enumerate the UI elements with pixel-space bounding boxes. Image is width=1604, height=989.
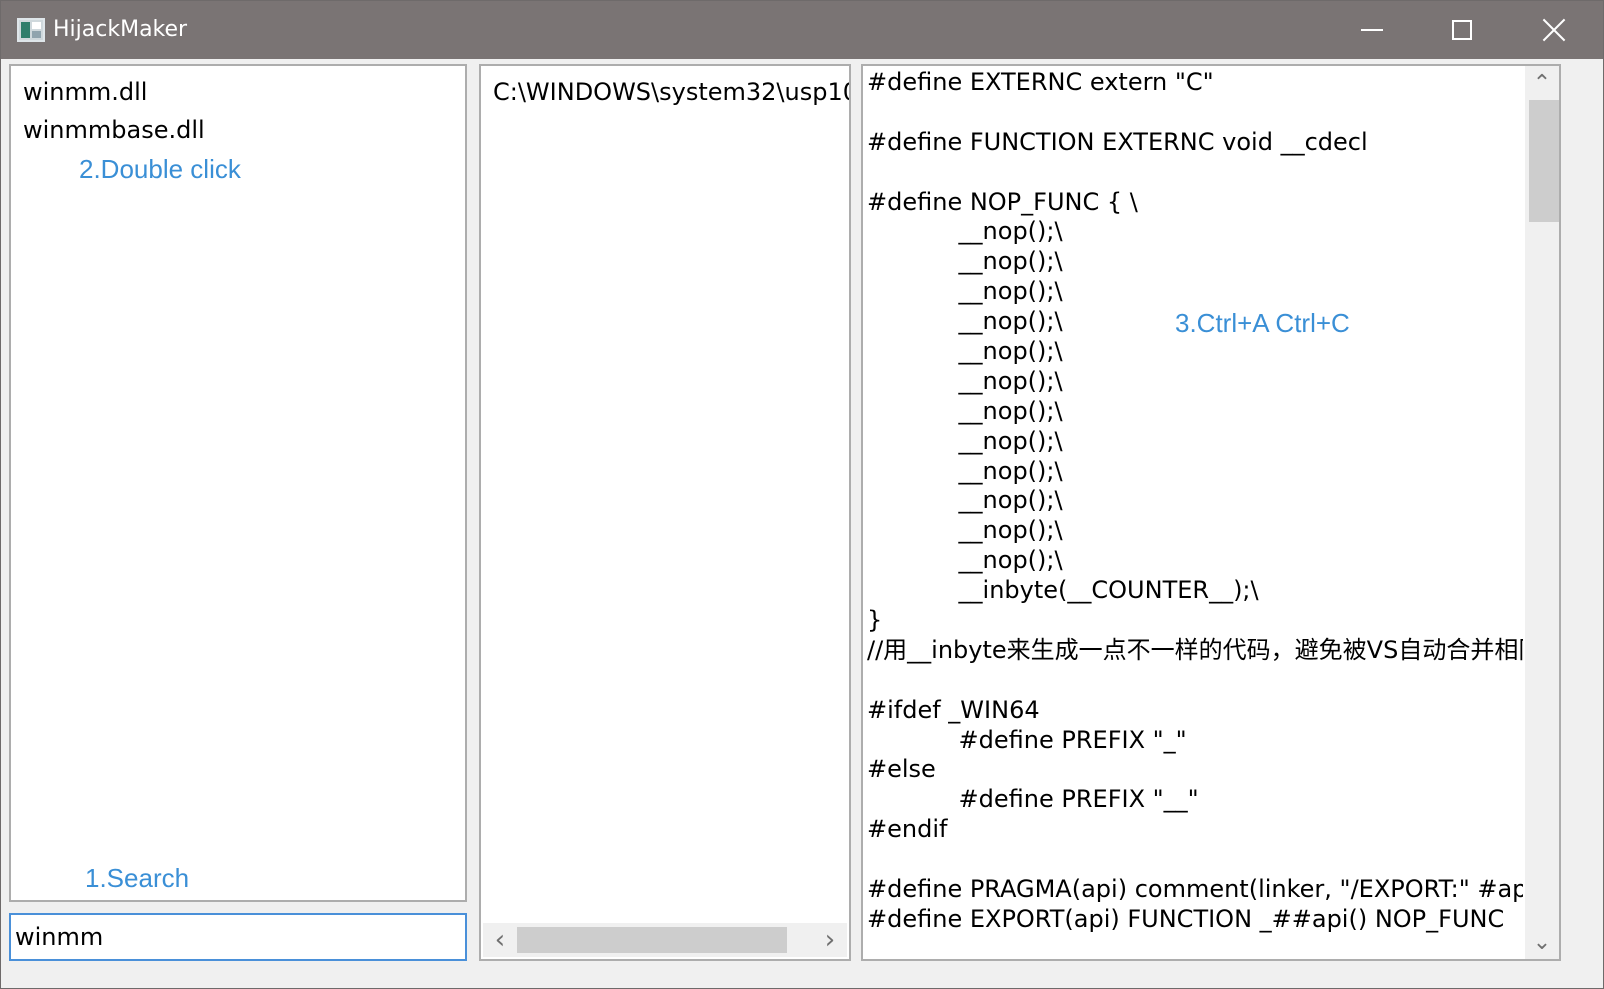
maximize-icon [1452,20,1472,40]
code-line: #define NOP_FUNC { \ [867,187,1138,216]
window-title: HijackMaker [53,17,188,42]
window-app-icon [17,18,45,42]
list-item-path[interactable]: C:\WINDOWS\system32\usp10. [493,74,849,110]
path-list[interactable]: C:\WINDOWS\system32\usp10. ‹ › [479,64,851,961]
list-item-winmm-dll[interactable]: winmm.dll [23,74,147,110]
horizontal-scrollbar[interactable]: ‹ › [483,923,847,957]
horizontal-scroll-thumb[interactable] [517,927,787,953]
annotation-double-click: 2.Double click [79,154,241,184]
code-line: __nop();\ [867,337,1063,366]
dll-list[interactable]: winmm.dll winmmbase.dll [9,64,467,902]
vertical-scroll-thumb[interactable] [1529,100,1559,222]
vertical-scrollbar[interactable]: ⌃ ⌄ [1525,66,1559,959]
code-line: __nop();\ [867,456,1063,485]
title-bar[interactable]: HijackMaker [1,1,1603,59]
code-line: __inbyte(__COUNTER__);\ [867,576,1259,605]
close-button[interactable] [1509,1,1599,59]
code-line: #define PREFIX "__" [867,785,1199,814]
code-line: __nop();\ [867,247,1063,276]
chevron-down-icon[interactable]: ⌄ [1525,925,1559,959]
minimize-button[interactable] [1327,1,1417,59]
code-line: __nop();\ [867,277,1063,306]
code-line: #ifdef _WIN64 [867,695,1040,724]
code-line: __nop();\ [867,366,1063,395]
code-line: __nop();\ [867,486,1063,515]
code-line: __nop();\ [867,426,1063,455]
code-text-area[interactable]: #define EXTERNC extern "C" #define FUNCTI… [867,68,1523,959]
code-line: __nop();\ [867,217,1063,246]
code-line: } [867,606,883,635]
code-line: __nop();\ [867,516,1063,545]
code-line: __nop();\ [867,396,1063,425]
code-line: __nop();\ [867,546,1063,575]
code-line: #endif [867,815,948,844]
list-item-winmmbase-dll[interactable]: winmmbase.dll [23,112,205,148]
search-input[interactable] [9,913,467,961]
close-icon [1542,18,1566,42]
hijackmaker-window: HijackMaker winmm.dll winmmbase.dll 2.Do… [0,0,1604,989]
maximize-button[interactable] [1417,1,1507,59]
chevron-right-icon[interactable]: › [813,923,847,957]
chevron-up-icon[interactable]: ⌃ [1525,66,1559,100]
code-line: #define EXTERNC extern "C" [867,68,1214,96]
annotation-copy: 3.Ctrl+A Ctrl+C [1175,308,1350,338]
annotation-search: 1.Search [85,863,190,893]
code-output-panel[interactable]: #define EXTERNC extern "C" #define FUNCTI… [861,64,1561,961]
code-line: #define EXPORT(api) FUNCTION _##api() NO… [867,904,1505,933]
minimize-icon [1361,29,1383,31]
client-area: winmm.dll winmmbase.dll 2.Double click 1… [1,59,1603,988]
code-line: #define PREFIX "_" [867,725,1187,754]
code-line: //用__inbyte来生成一点不一样的代码，避免被VS自动合并相同 [867,635,1523,664]
code-line: #define PRAGMA(api) comment(linker, "/EX… [867,875,1523,904]
code-line: #define FUNCTION EXTERNC void __cdecl [867,127,1368,156]
code-line: #else [867,755,936,784]
chevron-left-icon[interactable]: ‹ [483,923,517,957]
